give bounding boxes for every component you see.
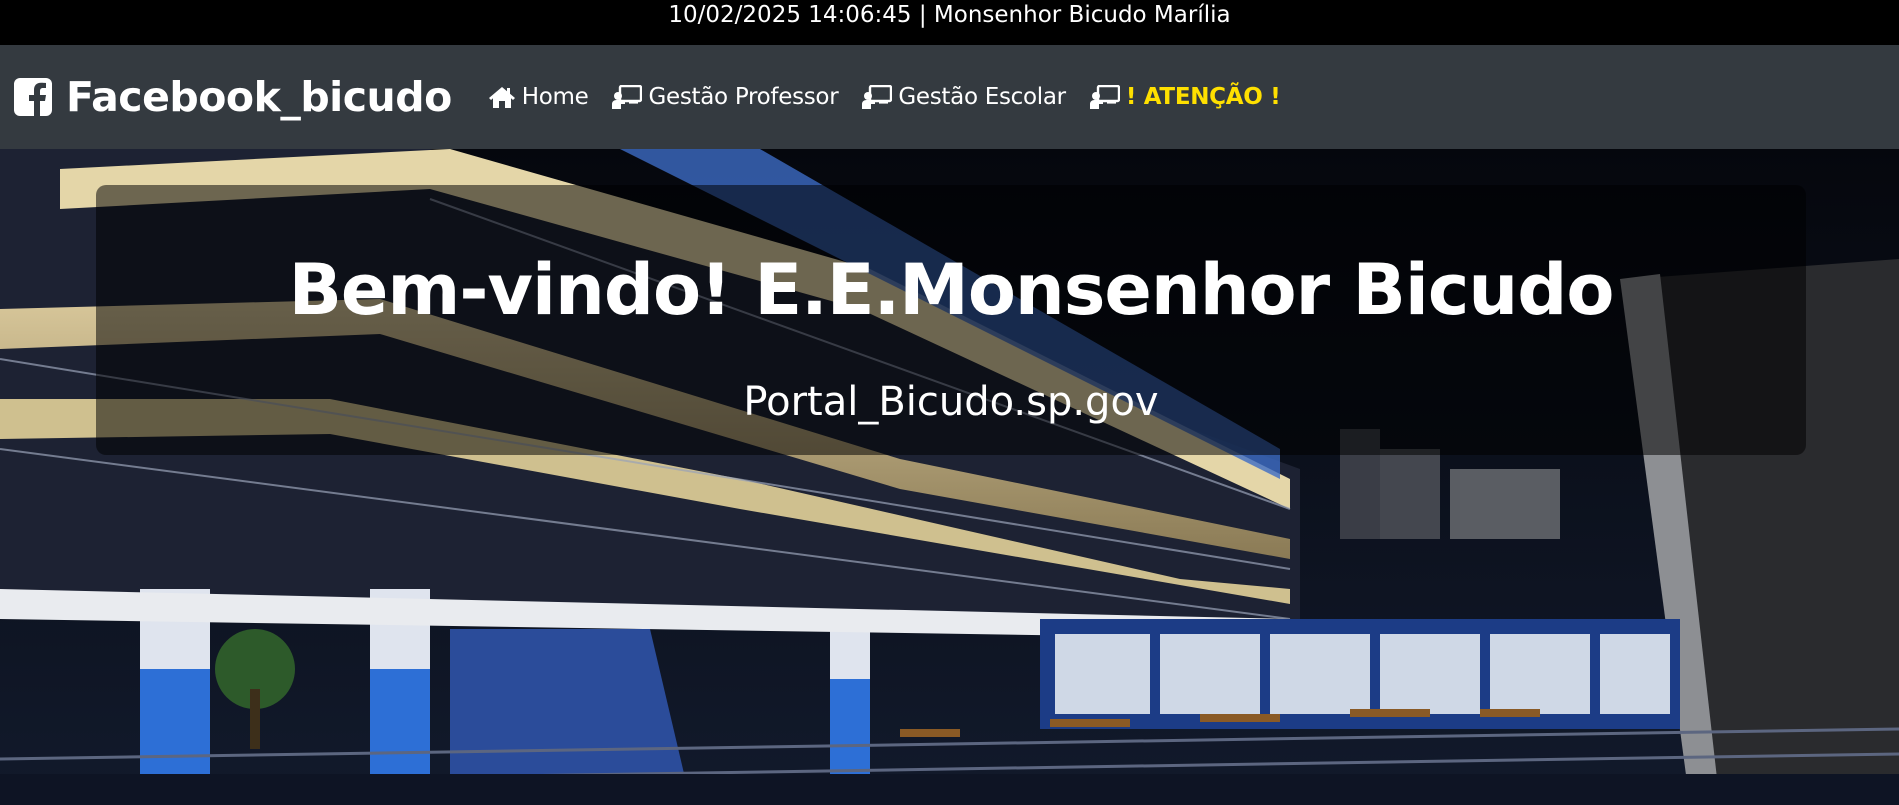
nav-gestao-professor-link[interactable]: Gestão Professor [612, 84, 839, 110]
home-icon [488, 87, 515, 108]
facebook-brand-link[interactable]: Facebook_bicudo [14, 73, 452, 121]
brand-label: Facebook_bicudo [66, 73, 452, 121]
nav-atencao-label: ! ATENÇÃO ! [1125, 84, 1281, 110]
nav-gestao-escolar-label: Gestão Escolar [898, 84, 1066, 110]
nav-links: Home Gestão Professor Gestão Escolar ! A… [488, 84, 1305, 110]
nav-atencao-link[interactable]: ! ATENÇÃO ! [1089, 84, 1281, 110]
nav-home-label: Home [521, 84, 589, 110]
hero-section: Bem-vindo! E.E.Monsenhor Bicudo Portal_B… [0, 149, 1899, 805]
chalkboard-teacher-icon [862, 85, 893, 109]
portal-subtitle: Portal_Bicudo.sp.gov [743, 379, 1159, 425]
datetime-location-text: 10/02/2025 14:06:45 | Monsenhor Bicudo M… [668, 2, 1231, 28]
nav-gestao-escolar-link[interactable]: Gestão Escolar [862, 84, 1066, 110]
nav-home-link[interactable]: Home [488, 84, 589, 110]
welcome-title: Bem-vindo! E.E.Monsenhor Bicudo [288, 249, 1615, 331]
chalkboard-teacher-icon [1089, 85, 1120, 109]
nav-gestao-professor-label: Gestão Professor [648, 84, 839, 110]
main-navbar: Facebook_bicudo Home Gestão Professor Ge… [0, 45, 1899, 149]
top-info-bar: 10/02/2025 14:06:45 | Monsenhor Bicudo M… [0, 0, 1899, 45]
chalkboard-teacher-icon [612, 85, 643, 109]
facebook-square-icon [14, 78, 52, 116]
welcome-jumbotron: Bem-vindo! E.E.Monsenhor Bicudo Portal_B… [96, 185, 1806, 455]
